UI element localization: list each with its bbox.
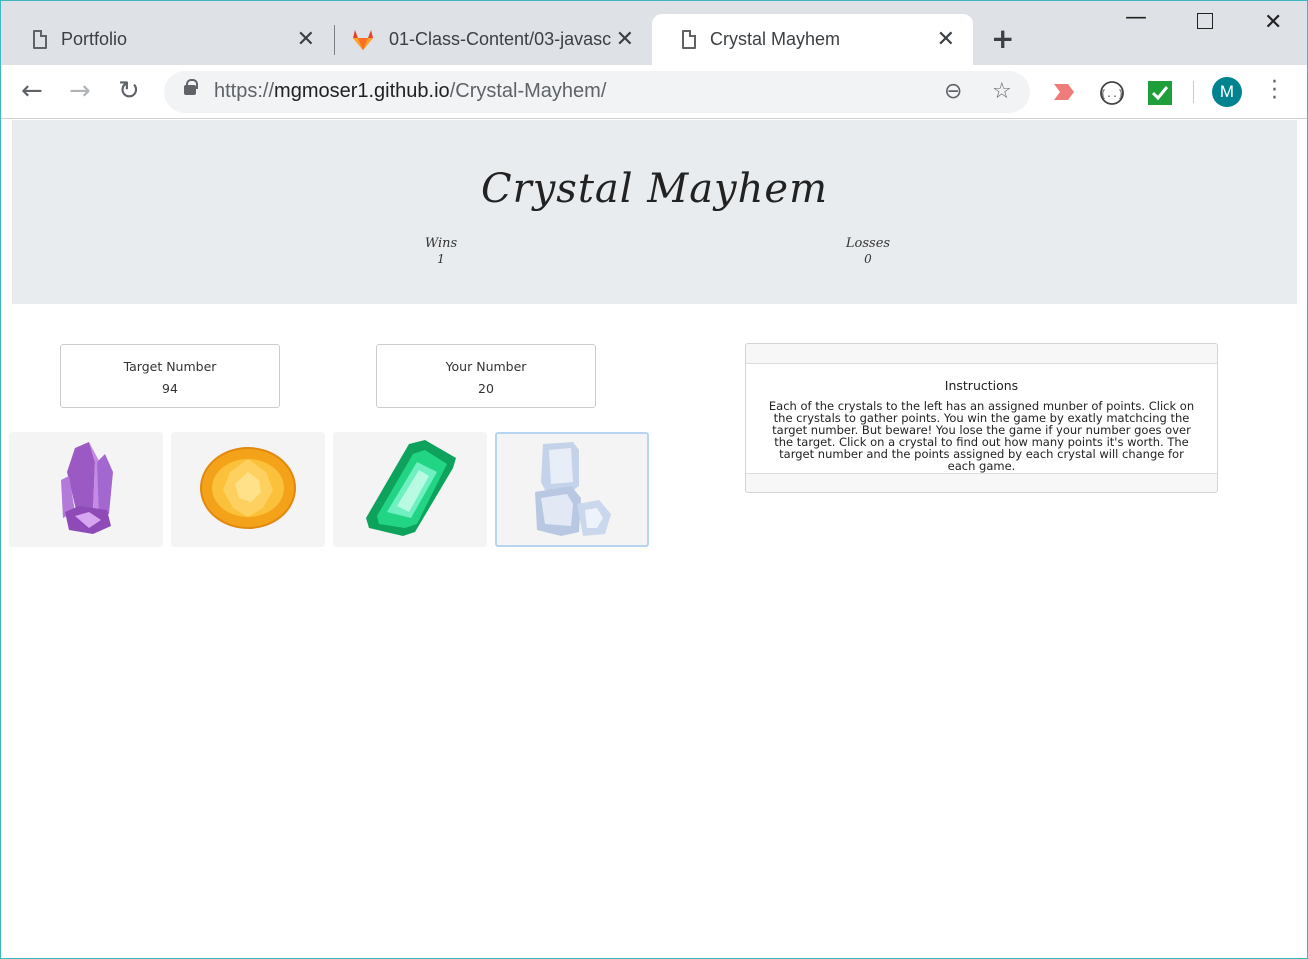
url-text[interactable]: https://mgmoser1.github.io/Crystal-Mayhe…: [214, 80, 606, 103]
crystal-button-purple[interactable]: [9, 432, 163, 547]
instructions-body: Instructions Each of the crystals to the…: [746, 363, 1217, 474]
losses-counter: Losses 0: [808, 236, 928, 266]
tab-crystal-mayhem[interactable]: Crystal Mayhem ✕: [652, 14, 973, 65]
header-jumbotron: Crystal Mayhem Wins 1 Losses 0: [12, 120, 1297, 304]
target-number-label: Target Number: [123, 359, 217, 374]
bookmark-star-icon[interactable]: ☆: [992, 79, 1012, 104]
extension-check-icon[interactable]: [1147, 80, 1173, 106]
orange-gem-icon: [200, 447, 296, 529]
page-content: Crystal Mayhem Wins 1 Losses 0 Target Nu…: [1, 120, 1307, 958]
tab-strip: Portfolio ✕ 01-Class-Content/03-javascr …: [1, 1, 1307, 65]
back-button[interactable]: ←: [21, 77, 43, 105]
losses-label: Losses: [845, 236, 891, 251]
your-number-value: 20: [478, 381, 494, 396]
your-number-label: Your Number: [445, 359, 527, 374]
new-tab-button[interactable]: +: [991, 25, 1014, 53]
instructions-panel: Instructions Each of the crystals to the…: [745, 343, 1218, 493]
tab-title: 01-Class-Content/03-javascr: [389, 29, 611, 49]
losses-value: 0: [864, 252, 872, 266]
crystal-button-ice[interactable]: [495, 432, 649, 547]
ice-crystal-icon: [535, 442, 611, 536]
close-window-button[interactable]: ✕: [1264, 10, 1282, 35]
your-number-card: Your Number 20: [376, 344, 596, 408]
target-number-card: Target Number 94: [60, 344, 280, 408]
tab-separator: [334, 25, 335, 55]
minimize-button[interactable]: —: [1125, 5, 1147, 30]
wins-counter: Wins 1: [381, 236, 501, 266]
extension-cast-icon[interactable]: [1050, 80, 1076, 104]
wins-label: Wins: [424, 236, 458, 251]
tab-title: Portfolio: [61, 29, 128, 49]
page-icon: [33, 30, 47, 49]
tab-portfolio[interactable]: Portfolio ✕: [3, 14, 333, 65]
lock-icon: [184, 79, 198, 95]
tab-title: Crystal Mayhem: [710, 29, 841, 49]
close-icon[interactable]: ✕: [297, 28, 315, 50]
maximize-button[interactable]: [1197, 13, 1213, 29]
page-title: Crystal Mayhem: [480, 166, 829, 212]
gitlab-icon: [353, 29, 373, 50]
close-icon[interactable]: ✕: [937, 28, 955, 50]
toolbar-divider: [1193, 81, 1194, 103]
instructions-title: Instructions: [944, 378, 1019, 393]
forward-button[interactable]: →: [69, 77, 91, 105]
crystal-button-green[interactable]: [333, 432, 487, 547]
green-emerald-icon: [366, 440, 456, 536]
reload-button[interactable]: ↻: [118, 77, 140, 105]
crystal-button-orange[interactable]: [171, 432, 325, 547]
page-icon: [682, 30, 696, 49]
zoom-out-icon[interactable]: ⊖: [944, 79, 962, 104]
extension-json-icon[interactable]: {..}: [1099, 80, 1125, 106]
wins-value: 1: [437, 252, 445, 266]
profile-avatar[interactable]: M: [1212, 77, 1242, 107]
address-bar[interactable]: https://mgmoser1.github.io/Crystal-Mayhe…: [164, 71, 1030, 113]
close-icon[interactable]: ✕: [616, 28, 634, 50]
svg-text:{..}: {..}: [1100, 89, 1124, 100]
purple-crystal-icon: [61, 442, 113, 534]
menu-icon[interactable]: · · ·: [1271, 72, 1278, 110]
instructions-text: Each of the crystals to the left has an …: [768, 399, 1195, 473]
target-number-value: 94: [162, 381, 178, 396]
browser-toolbar: ← → ↻ https://mgmoser1.github.io/Crystal…: [1, 65, 1307, 119]
tab-gitlab[interactable]: 01-Class-Content/03-javascr ✕: [337, 14, 652, 65]
